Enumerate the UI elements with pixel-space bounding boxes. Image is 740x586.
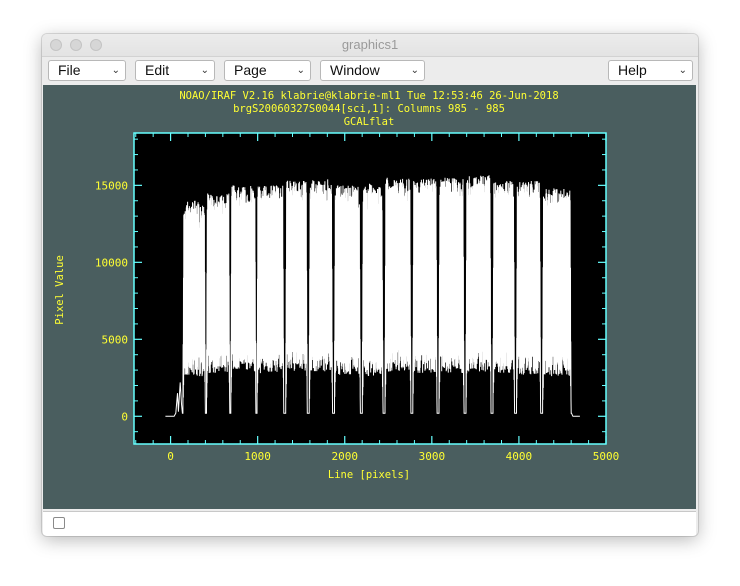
status-bar <box>43 511 696 536</box>
chevron-down-icon: ⌄ <box>111 65 120 76</box>
y-tick-label: 5000 <box>102 333 129 346</box>
chevron-down-icon: ⌄ <box>296 65 305 76</box>
chevron-down-icon: ⌄ <box>410 65 419 76</box>
plot-title: GCALflat <box>344 116 395 128</box>
chevron-down-icon: ⌄ <box>200 65 209 76</box>
window-menu-label: Window <box>330 62 380 78</box>
x-tick-label: 2000 <box>331 450 358 463</box>
file-menu-label: File <box>58 62 81 78</box>
graphics-canvas[interactable]: NOAO/IRAF V2.16 klabrie@klabrie-ml1 Tue … <box>43 85 696 509</box>
y-tick-label: 0 <box>121 410 128 423</box>
page-menu-label: Page <box>234 62 267 78</box>
graphics-window: graphics1 File ⌄ Edit ⌄ Page ⌄ Window ⌄ … <box>42 34 698 536</box>
menu-bar: File ⌄ Edit ⌄ Page ⌄ Window ⌄ Help ⌄ <box>42 57 698 85</box>
x-tick-label: 0 <box>167 450 174 463</box>
x-tick-label: 4000 <box>506 450 533 463</box>
plot-header-line2: brgS20060327S0044[sci,1]: Columns 985 - … <box>233 103 505 115</box>
file-menu[interactable]: File ⌄ <box>48 60 126 81</box>
help-menu[interactable]: Help ⌄ <box>608 60 693 81</box>
edit-menu-label: Edit <box>145 62 170 78</box>
plot-svg: NOAO/IRAF V2.16 klabrie@klabrie-ml1 Tue … <box>54 90 620 481</box>
help-menu-label: Help <box>618 62 647 78</box>
window-menu[interactable]: Window ⌄ <box>320 60 425 81</box>
x-tick-label: 1000 <box>244 450 271 463</box>
x-tick-label: 3000 <box>419 450 446 463</box>
x-tick-label: 5000 <box>593 450 620 463</box>
y-tick-label: 15000 <box>95 179 128 192</box>
y-tick-label: 10000 <box>95 256 128 269</box>
page-menu[interactable]: Page ⌄ <box>224 60 311 81</box>
title-bar[interactable]: graphics1 <box>42 34 698 57</box>
edit-menu[interactable]: Edit ⌄ <box>135 60 215 81</box>
chevron-down-icon: ⌄ <box>678 65 687 76</box>
status-checkbox[interactable] <box>53 517 65 529</box>
plot-header-line1: NOAO/IRAF V2.16 klabrie@klabrie-ml1 Tue … <box>179 90 558 102</box>
y-axis-label: Pixel Value <box>54 255 66 325</box>
x-axis-label: Line [pixels] <box>328 469 410 481</box>
window-title: graphics1 <box>341 37 399 52</box>
